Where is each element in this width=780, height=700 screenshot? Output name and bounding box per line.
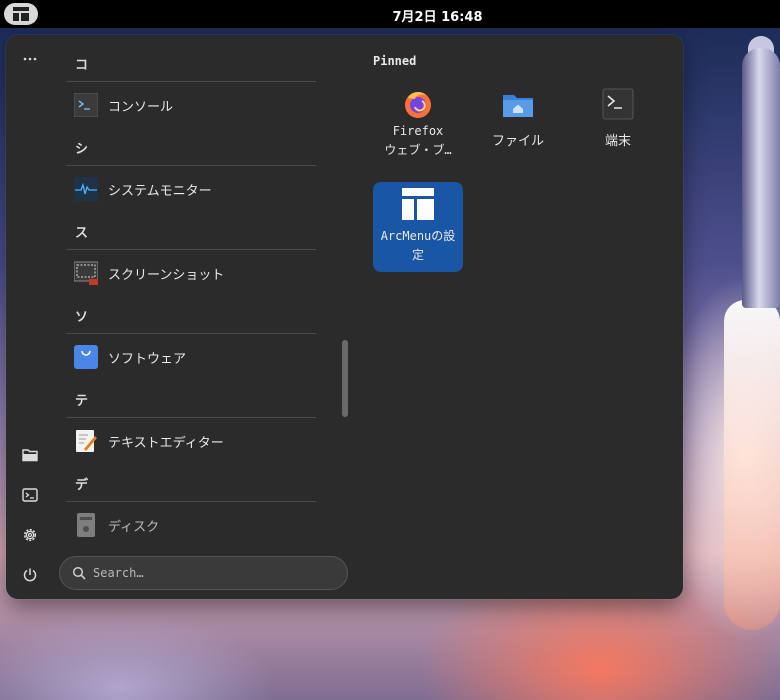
search-icon [72,566,86,580]
terminal-icon [22,488,38,502]
software-icon [74,345,98,369]
arcmenu-panel: コ コンソール シ システムモニター ス スクリーンショット ソ ソフトウェア … [6,35,683,599]
section-label: テ [75,394,89,409]
pinned-label: Firefox [392,124,444,138]
section-header-te: テ [66,383,316,418]
rocket [742,48,780,308]
pinned-label: 端末 [604,134,631,149]
firefox-icon [405,92,431,118]
pinned-terminal[interactable]: 端末 [573,82,663,172]
power-button[interactable] [18,563,42,587]
section-label: ス [75,226,89,241]
text-editor-icon [76,430,97,452]
gear-icon [23,528,37,542]
app-label: ディスク [108,520,160,535]
more-options-button[interactable] [18,47,42,71]
pinned-label-line2: 定 [411,248,424,262]
application-list: コ コンソール シ システムモニター ス スクリーンショット ソ ソフトウェア … [66,47,336,547]
app-label: システムモニター [108,184,212,199]
section-label: ソ [75,310,89,325]
section-label: シ [75,142,89,157]
app-item-screenshot[interactable]: スクリーンショット [66,253,316,293]
app-item-disks[interactable]: ディスク [66,505,316,545]
folder-home-icon [503,95,533,117]
top-bar: 7月2日 16:48 [0,0,780,28]
pinned-label: ArcMenuの設 [380,229,456,243]
pinned-label-line2: ウェブ・ブ… [384,143,452,157]
system-monitor-icon [74,177,98,201]
section-header-su: ス [66,215,316,250]
screenshot-icon [74,261,98,285]
app-item-system-monitor[interactable]: システムモニター [66,169,316,209]
section-header-shi: シ [66,131,316,166]
pinned-arcmenu-settings[interactable]: ArcMenuの設 定 [373,182,463,272]
files-shortcut-button[interactable] [18,443,42,467]
app-list-scrollbar[interactable] [342,340,348,417]
search-placeholder: Search… [93,566,144,580]
pinned-title: Pinned [373,54,417,68]
arcmenu-settings-icon [402,188,434,220]
app-item-console[interactable]: コンソール [66,85,316,125]
disk-icon [77,513,95,537]
clock[interactable]: 7月2日 16:48 [0,6,780,25]
folder-icon [22,449,38,462]
rocket-plume [724,300,780,630]
app-label: ソフトウェア [108,352,187,367]
search-field[interactable]: Search… [59,556,348,590]
section-label: デ [75,478,89,493]
app-item-text-editor[interactable]: テキストエディター [66,421,316,461]
ellipsis-icon [23,57,37,61]
pinned-label: ファイル [491,134,544,149]
console-icon [74,93,98,117]
terminal-icon [602,88,634,120]
section-header-de: デ [66,467,316,502]
terminal-shortcut-button[interactable] [18,483,42,507]
app-item-software[interactable]: ソフトウェア [66,337,316,377]
app-label: テキストエディター [108,436,224,451]
power-icon [23,568,37,582]
section-label: コ [75,58,89,73]
section-header-so: ソ [66,299,316,334]
settings-shortcut-button[interactable] [18,523,42,547]
pinned-files[interactable]: ファイル [473,82,563,172]
pinned-firefox[interactable]: Firefox ウェブ・ブ… [373,82,463,172]
app-label: コンソール [108,100,174,115]
section-header-ko: コ [66,47,316,82]
app-label: スクリーンショット [108,268,225,283]
